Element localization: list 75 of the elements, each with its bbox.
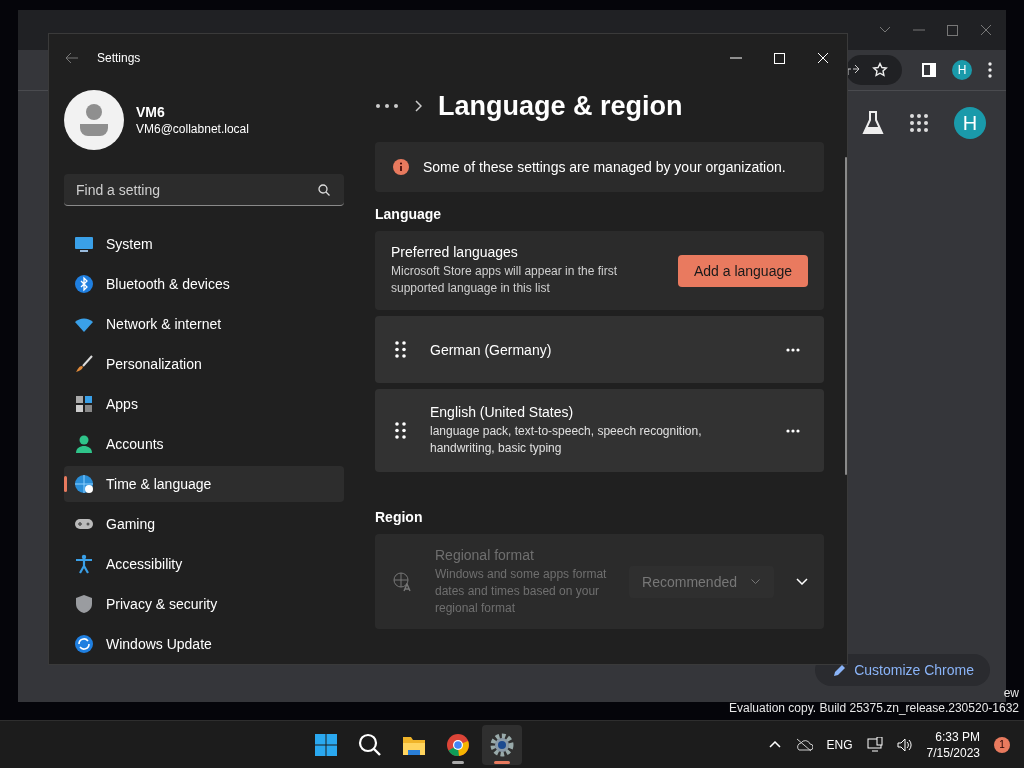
back-arrow-icon[interactable] [65,52,79,64]
nav-item[interactable]: Apps [64,386,344,422]
chevron-right-icon [415,100,422,112]
nav-item[interactable]: Network & internet [64,306,344,342]
person-icon [74,434,94,454]
input-language[interactable]: ENG [826,737,853,752]
nav-item[interactable]: Privacy & security [64,586,344,622]
nav-item[interactable]: Accounts [64,426,344,462]
search-icon [358,732,383,757]
accessibility-icon [74,554,94,574]
cloud-off-icon[interactable] [794,737,813,752]
customize-chrome-button[interactable]: Customize Chrome [815,654,990,686]
drag-handle-icon[interactable] [395,422,406,439]
language-features: language pack, text-to-speech, speech recognition, handwriting, basic typing [430,423,703,457]
window-title: Settings [97,51,141,65]
network-monitor-icon[interactable] [866,737,883,752]
star-icon[interactable] [872,62,888,78]
drag-handle-icon[interactable] [395,341,406,358]
scrollbar[interactable] [845,157,847,475]
section-heading: Language [375,206,443,222]
nav-item[interactable]: System [64,226,344,262]
clock-date[interactable]: 7/15/2023 [926,744,980,761]
shield-icon [74,594,94,614]
section-heading: Region [375,509,424,525]
notification-badge[interactable]: 1 [994,736,1010,753]
clock-time[interactable]: 6:33 PM [926,728,980,745]
side-panel-icon[interactable] [922,63,936,77]
nav-item[interactable]: Accessibility [64,546,344,582]
search-field[interactable]: Find a setting [64,174,344,206]
globe-clock-icon [74,474,94,494]
card-description: Microsoft Store apps will appear in the first supported language in this list [391,263,619,297]
language-row[interactable]: English (United States) language pack, text-to-speech, speech recognition, handwriting, basic typing [375,389,824,472]
monitor-icon [74,234,94,254]
info-icon [393,159,409,175]
chevron-up-icon[interactable] [768,741,781,748]
apps-grid-icon[interactable] [910,114,928,132]
refresh-icon [74,634,94,654]
taskbar-app[interactable] [482,724,523,765]
nav-item[interactable]: Personalization [64,346,344,382]
language-name: English (United States) [430,404,575,420]
nav-item[interactable]: Bluetooth & devices [64,266,344,302]
volume-icon[interactable] [896,737,913,752]
add-language-button[interactable]: Add a language [677,254,808,287]
more-icon[interactable] [375,103,399,109]
nav-item[interactable]: Gaming [64,506,344,542]
card-title: Regional format [435,546,535,563]
notice-text: Some of these settings are managed by your organization. [423,159,786,175]
more-icon[interactable] [786,347,800,352]
more-icon[interactable] [786,428,800,433]
more-vertical-icon[interactable] [988,62,992,78]
evaluation-watermark: ew [1003,686,1019,701]
globe-text-icon [393,571,413,592]
language-row[interactable]: German (Germany) [375,316,824,383]
search-icon [318,184,330,196]
nav-item[interactable]: Windows Update [64,626,344,662]
page-title: Language & region [438,90,683,122]
card-description: Windows and some apps format dates and times based on your regional format [435,565,608,617]
user-name: VM6 [136,104,166,120]
card-title: Preferred languages [391,244,519,260]
browser-icon [446,732,471,757]
person-silhouette-icon [79,104,109,136]
start-icon [314,732,339,757]
gear-icon [490,732,515,757]
flask-icon[interactable] [862,111,884,135]
brush-icon [74,354,94,374]
evaluation-watermark: Evaluation copy. Build 25375.zn_release.230520-1632 [729,701,1019,716]
nav-item[interactable]: Time & language [64,466,344,502]
chevron-down-icon[interactable] [879,26,891,34]
apps-icon [74,394,94,414]
chevron-down-icon [751,579,760,584]
bluetooth-icon [74,274,94,294]
share-icon[interactable] [846,63,860,77]
language-name: German (Germany) [430,341,553,358]
pencil-icon [833,663,847,677]
user-email: VM6@collabnet.local [136,122,249,136]
